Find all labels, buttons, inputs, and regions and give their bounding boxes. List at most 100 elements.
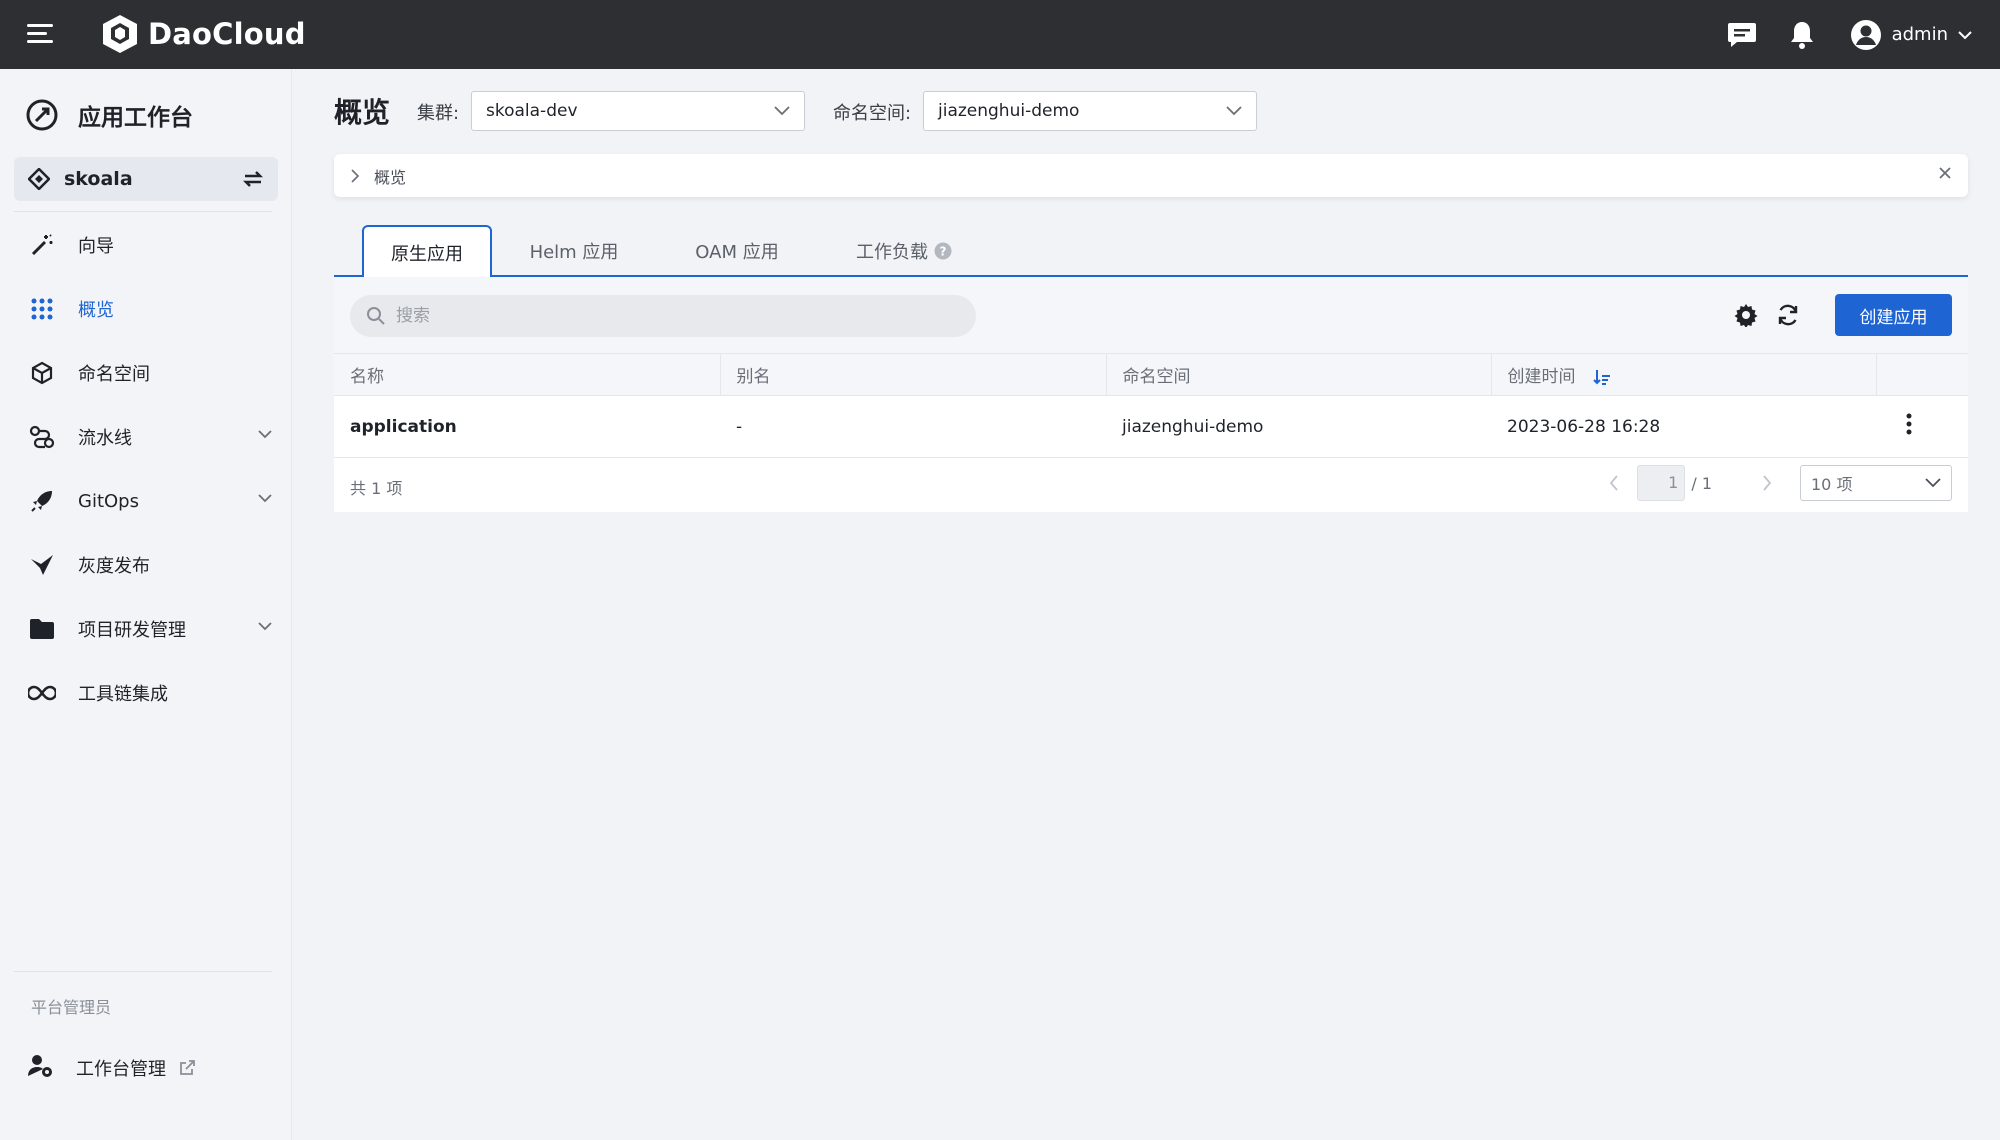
prev-page-button[interactable] (1599, 475, 1629, 491)
main-content: 概览 集群: skoala-dev 命名空间: jiazenghui-demo … (292, 69, 2000, 1140)
table-row[interactable]: application - jiazenghui-demo 2023-06-28… (334, 395, 1968, 458)
pipeline-icon (28, 423, 56, 451)
message-icon[interactable] (1722, 15, 1762, 55)
cell-alias: - (720, 395, 1106, 458)
chevron-down-icon (258, 622, 272, 631)
search-input[interactable] (396, 306, 956, 326)
cluster-select[interactable]: skoala-dev (471, 91, 805, 131)
chevron-right-icon[interactable] (350, 168, 360, 183)
cell-name[interactable]: application (334, 395, 720, 458)
daocloud-logo-icon (103, 15, 137, 53)
workspace-name: skoala (64, 168, 133, 190)
tab-oam-apps[interactable]: OAM 应用 (654, 225, 820, 277)
notification-bell-icon[interactable] (1782, 15, 1822, 55)
external-link-icon (180, 1060, 195, 1075)
cluster-label: 集群: (417, 103, 460, 124)
table-header-row: 名称 别名 命名空间 创建时间 (334, 353, 1968, 396)
tab-workloads-label: 工作负载 (856, 242, 928, 263)
sidebar-item-overview[interactable]: 概览 (0, 277, 292, 341)
sidebar-item-pipeline[interactable]: 流水线 (0, 405, 292, 469)
sidebar-item-gitops[interactable]: GitOps (0, 469, 292, 533)
page-size-select[interactable]: 10 项 (1800, 465, 1952, 501)
pagination: 1 / 1 10 项 (1599, 465, 1952, 501)
sidebar-item-toolchain[interactable]: 工具链集成 (0, 661, 292, 725)
settings-gear-icon[interactable] (1734, 303, 1758, 327)
brand-name: DaoCloud (148, 17, 306, 51)
avatar-icon (1850, 19, 1881, 50)
tab-native-apps[interactable]: 原生应用 (362, 225, 492, 279)
chevron-down-icon (1226, 106, 1242, 116)
search-box (350, 295, 976, 337)
sidebar-item-namespace[interactable]: 命名空间 (0, 341, 292, 405)
tab-bar: 原生应用 Helm 应用 OAM 应用 工作负载 ? (334, 225, 1968, 279)
tab-helm-apps[interactable]: Helm 应用 (494, 225, 654, 277)
help-icon[interactable]: ? (934, 242, 952, 260)
breadcrumb: 概览 (334, 154, 1968, 197)
next-page-button[interactable] (1752, 475, 1782, 491)
chevron-down-icon (1925, 478, 1941, 488)
chevron-down-icon (1958, 30, 1972, 39)
close-icon[interactable] (1938, 166, 1952, 180)
create-app-button[interactable]: 创建应用 (1835, 294, 1952, 336)
workspace-switcher[interactable]: skoala (14, 157, 278, 201)
chevron-down-icon (258, 494, 272, 503)
user-menu[interactable]: admin (1850, 19, 1972, 51)
namespace-value: jiazenghui-demo (938, 101, 1080, 121)
breadcrumb-item[interactable]: 概览 (374, 164, 406, 188)
sidebar-title: 应用工作台 (78, 105, 193, 131)
sidebar-nav: 向导 概览 命名空间 流水线 GitOps 灰度发布 项目研发管理 工具链集成 (0, 213, 292, 725)
table-toolbar: 创建应用 (334, 277, 1968, 353)
page-title: 概览 (334, 96, 391, 129)
logo[interactable]: DaoCloud (100, 13, 306, 55)
column-name: 名称 (334, 353, 721, 396)
more-vertical-icon[interactable] (1906, 413, 1912, 435)
sort-descending-icon[interactable] (1593, 368, 1611, 386)
sidebar-header: 应用工作台 (24, 97, 193, 133)
chevron-down-icon (774, 106, 790, 116)
apps-panel: 创建应用 名称 别名 命名空间 创建时间 application (334, 277, 1968, 512)
grid-dots-icon (28, 295, 56, 323)
menu-icon[interactable] (27, 24, 53, 44)
user-name: admin (1891, 24, 1948, 45)
bird-icon (28, 551, 56, 579)
sidebar-item-guide[interactable]: 向导 (0, 213, 292, 277)
infinity-icon (28, 679, 56, 707)
magic-wand-icon (28, 231, 56, 259)
search-icon (367, 307, 385, 325)
column-actions (1876, 353, 1968, 396)
folder-icon (28, 615, 56, 643)
chevron-left-icon (1610, 475, 1619, 491)
namespace-label: 命名空间: (833, 103, 912, 124)
sidebar-item-workbench-management[interactable]: 工作台管理 (28, 1054, 196, 1082)
sidebar-divider (14, 211, 272, 212)
sidebar-item-canary-release[interactable]: 灰度发布 (0, 533, 292, 597)
cluster-value: skoala-dev (486, 101, 578, 121)
table-footer: 共 1 项 1 / 1 10 项 (334, 457, 1968, 512)
chevron-down-icon (258, 430, 272, 439)
user-gear-icon (28, 1054, 54, 1082)
sidebar-divider (14, 971, 272, 972)
workbench-icon (26, 99, 58, 131)
apps-table: 名称 别名 命名空间 创建时间 application - jiazenghui… (334, 353, 1968, 458)
column-namespace: 命名空间 (1106, 353, 1492, 396)
page-input[interactable]: 1 (1637, 465, 1686, 501)
chevron-right-icon (1763, 475, 1772, 491)
cell-namespace: jiazenghui-demo (1106, 395, 1491, 458)
page-total: / 1 (1691, 473, 1712, 493)
workspace-icon (28, 168, 50, 190)
total-count: 共 1 项 (350, 479, 403, 498)
column-alias: 别名 (720, 353, 1107, 396)
rocket-icon (28, 487, 56, 515)
switch-icon[interactable] (242, 169, 264, 189)
column-created[interactable]: 创建时间 (1491, 353, 1877, 396)
svg-text:?: ? (940, 245, 947, 259)
cell-created: 2023-06-28 16:28 (1491, 395, 1876, 458)
platform-admin-label: 平台管理员 (31, 998, 112, 1017)
tab-workloads[interactable]: 工作负载 ? (824, 225, 984, 277)
cube-icon (28, 359, 56, 387)
namespace-select[interactable]: jiazenghui-demo (923, 91, 1257, 131)
page-size-value: 10 项 (1811, 475, 1853, 494)
cell-actions (1876, 395, 1968, 458)
sidebar-item-project-management[interactable]: 项目研发管理 (0, 597, 292, 661)
refresh-icon[interactable] (1776, 303, 1800, 327)
